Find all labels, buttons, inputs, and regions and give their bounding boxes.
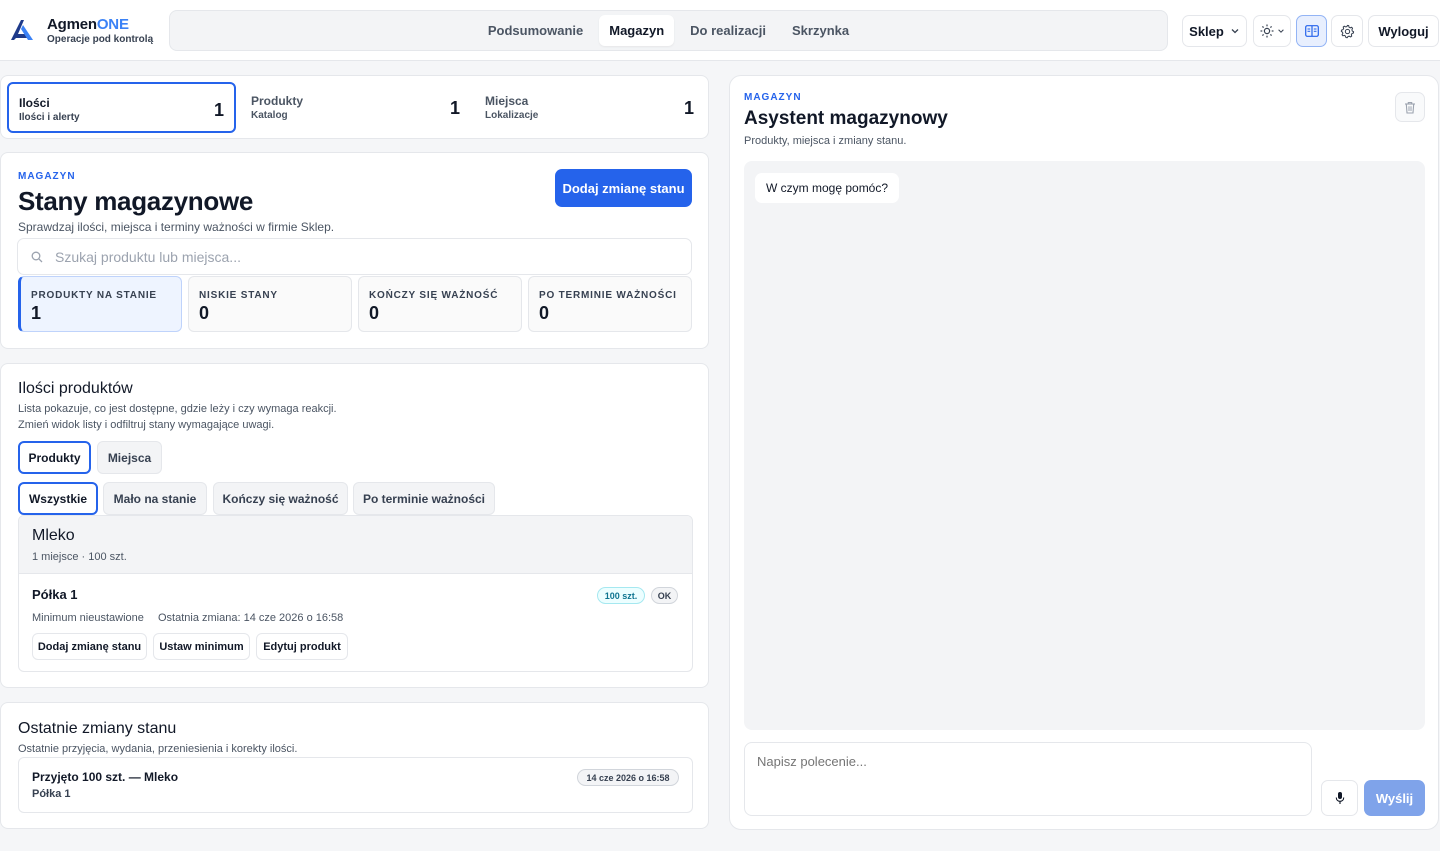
add-stock-change-button[interactable]: Dodaj zmianę stanu <box>555 169 692 207</box>
section-hint: Zmień widok listy i odfiltruj stany wyma… <box>18 419 275 431</box>
microphone-icon <box>1335 792 1344 804</box>
stat-value: 0 <box>369 303 380 323</box>
nav-item-do-realizacji[interactable]: Do realizacji <box>680 15 776 46</box>
tab-ilosci[interactable]: Ilości Ilości i alerty 1 <box>7 82 236 133</box>
search-icon <box>31 251 43 262</box>
location-row: Półka 1 100 szt. OK Minimum nieustawione… <box>19 575 692 671</box>
section-tabs: Ilości Ilości i alerty 1 Produkty Katalo… <box>0 75 709 139</box>
tab-miejsca[interactable]: Miejsca Lokalizacje 1 <box>475 82 704 133</box>
product-meta: 1 miejsce · 100 szt. <box>32 551 127 563</box>
filter-expiring[interactable]: Kończy się ważność <box>213 482 348 515</box>
brand-tagline: Operacje pod kontrolą <box>47 34 154 45</box>
section-title: Ostatnie zmiany stanu <box>18 720 177 737</box>
brand[interactable]: AgmenONE Operacje pod kontrolą <box>47 16 153 45</box>
product-quantities-card: Ilości produktów Lista pokazuje, co jest… <box>0 363 709 688</box>
assistant-subtitle: Produkty, miejsca i zmiany stanu. <box>744 135 907 147</box>
stat-label: PO TERMINIE WAŻNOŚCI <box>539 290 677 301</box>
logo-icon <box>11 20 33 40</box>
change-entry[interactable]: Przyjęto 100 szt. — Mleko Półka 1 14 cze… <box>18 757 693 813</box>
filter-expired[interactable]: Po terminie ważności <box>353 482 495 515</box>
view-locations[interactable]: Miejsca <box>97 441 162 474</box>
assistant-eyebrow: MAGAZYN <box>744 92 802 103</box>
assistant-panel-toggle[interactable] <box>1296 15 1327 47</box>
change-location: Półka 1 <box>32 788 71 800</box>
tab-count: 1 <box>213 100 224 120</box>
search-input[interactable] <box>55 248 655 265</box>
stat-label: PRODUKTY NA STANIE <box>31 290 157 301</box>
product-name: Mleko <box>32 527 75 544</box>
assistant-message: W czym mogę pomóc? <box>755 173 900 203</box>
stat-expiring[interactable]: KOŃCZY SIĘ WAŻNOŚĆ 0 <box>358 276 522 332</box>
edit-product-button[interactable]: Edytuj produkt <box>256 633 348 660</box>
stat-low-stock[interactable]: NISKIE STANY 0 <box>188 276 352 332</box>
brand-name: AgmenONE <box>47 16 129 33</box>
tab-produkty[interactable]: Produkty Katalog 1 <box>241 82 470 133</box>
stat-label: KOŃCZY SIĘ WAŻNOŚĆ <box>369 290 499 301</box>
main-nav: Podsumowanie Magazyn Do realizacji Skrzy… <box>169 10 1168 51</box>
stat-expired[interactable]: PO TERMINIE WAŻNOŚCI 0 <box>528 276 692 332</box>
view-products[interactable]: Produkty <box>18 441 91 474</box>
tab-subtitle: Ilości i alerty <box>19 112 80 123</box>
page-description: Sprawdzaj ilości, miejsca i terminy ważn… <box>18 220 335 234</box>
logout-button[interactable]: Wyloguj <box>1368 15 1439 47</box>
last-change-info: Ostatnia zmiana: 14 cze 2026 o 16:58 <box>158 612 344 624</box>
theme-toggle[interactable] <box>1253 15 1291 47</box>
section-title: Ilości produktów <box>18 380 133 397</box>
stat-value: 0 <box>539 303 550 323</box>
section-eyebrow: MAGAZYN <box>18 171 76 182</box>
chat-area: W czym mogę pomóc? <box>744 161 1425 730</box>
recent-changes-card: Ostatnie zmiany stanu Ostatnie przyjęcia… <box>0 702 709 829</box>
assistant-title: Asystent magazynowy <box>744 108 948 129</box>
filter-all[interactable]: Wszystkie <box>18 482 98 515</box>
status-badge: OK <box>651 587 678 604</box>
trash-icon <box>1405 101 1415 114</box>
layout-icon <box>1304 25 1319 37</box>
tab-subtitle: Lokalizacje <box>485 110 539 121</box>
nav-item-skrzynka[interactable]: Skrzynka <box>782 15 859 46</box>
top-header: AgmenONE Operacje pod kontrolą Podsumowa… <box>0 0 1440 61</box>
gear-icon <box>1340 24 1354 38</box>
stat-value: 1 <box>31 303 42 323</box>
command-input[interactable] <box>744 742 1312 816</box>
tab-count: 1 <box>449 98 460 118</box>
assistant-panel: MAGAZYN Asystent magazynowy Produkty, mi… <box>729 75 1439 830</box>
product-group: Mleko 1 miejsce · 100 szt. Półka 1 100 s… <box>18 515 693 672</box>
stock-overview-card: MAGAZYN Stany magazynowe Sprawdzaj ilośc… <box>0 152 709 349</box>
page-title: Stany magazynowe <box>18 186 254 216</box>
tab-count: 1 <box>683 98 694 118</box>
minimum-info: Minimum nieustawione <box>32 612 144 624</box>
location-name: Półka 1 <box>32 587 78 602</box>
section-description: Lista pokazuje, co jest dostępne, gdzie … <box>18 403 337 415</box>
change-time-badge: 14 cze 2026 o 16:58 <box>577 769 679 786</box>
change-title: Przyjęto 100 szt. — Mleko <box>32 770 179 784</box>
store-label: Sklep <box>1189 23 1224 39</box>
filter-low-stock[interactable]: Mało na stanie <box>103 482 207 515</box>
send-button[interactable]: Wyślij <box>1364 780 1425 816</box>
stat-label: NISKIE STANY <box>199 290 278 301</box>
tab-title: Miejsca <box>485 94 529 108</box>
quantity-badge: 100 szt. <box>597 587 645 604</box>
section-description: Ostatnie przyjęcia, wydania, przeniesien… <box>18 743 298 755</box>
store-select[interactable]: Sklep <box>1182 15 1247 47</box>
tab-title: Ilości <box>19 96 50 110</box>
tab-title: Produkty <box>251 94 304 108</box>
settings-button[interactable] <box>1331 15 1363 47</box>
stat-in-stock[interactable]: PRODUKTY NA STANIE 1 <box>18 276 182 332</box>
chevron-down-icon <box>1231 29 1239 34</box>
search-box <box>17 238 692 275</box>
set-minimum-button[interactable]: Ustaw minimum <box>153 633 250 660</box>
tab-subtitle: Katalog <box>251 110 288 121</box>
product-header[interactable]: Mleko 1 miejsce · 100 szt. <box>19 516 692 574</box>
sun-icon <box>1260 24 1273 38</box>
chevron-down-icon <box>1277 29 1284 33</box>
nav-item-magazyn[interactable]: Magazyn <box>599 15 675 46</box>
voice-input-button[interactable] <box>1321 780 1358 816</box>
clear-chat-button[interactable] <box>1395 92 1425 122</box>
stat-value: 0 <box>199 303 210 323</box>
add-stock-change-row-button[interactable]: Dodaj zmianę stanu <box>32 633 147 660</box>
nav-item-podsumowanie[interactable]: Podsumowanie <box>478 15 593 46</box>
